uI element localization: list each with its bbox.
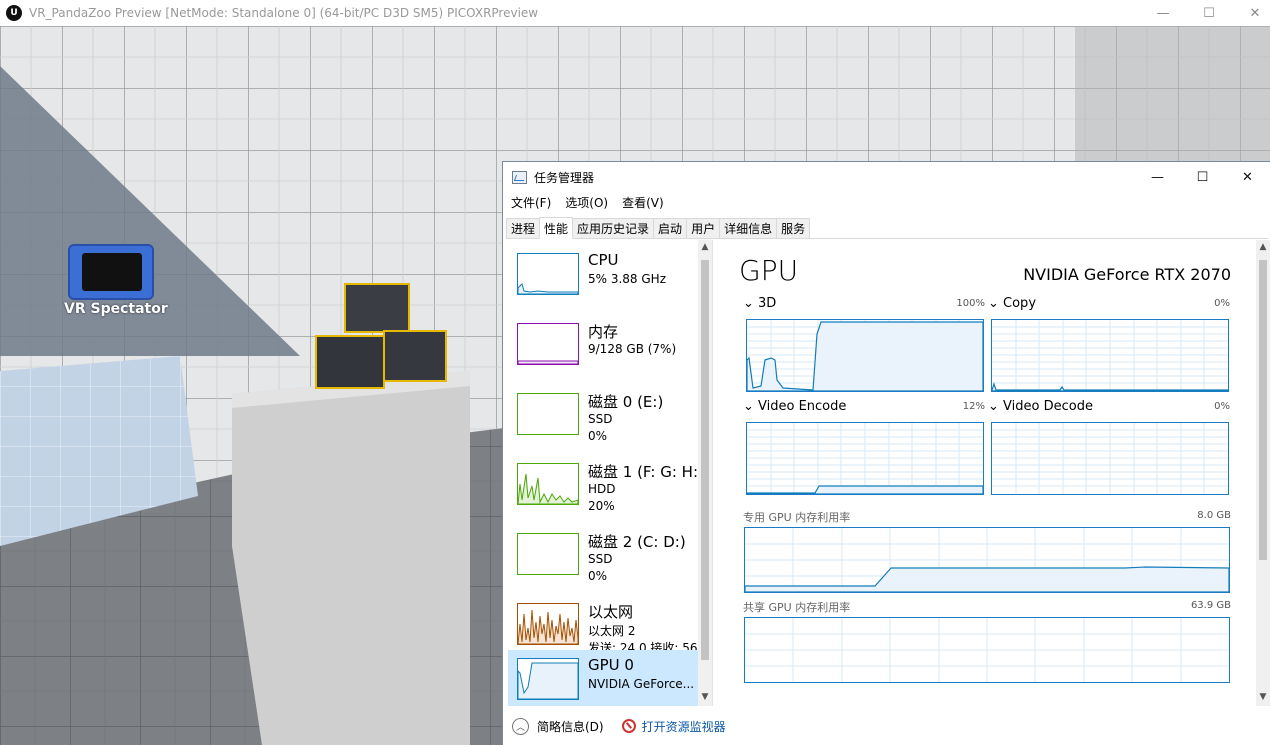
engine-label: Video Encode xyxy=(758,399,847,414)
tm-close-button[interactable]: ✕ xyxy=(1225,162,1270,192)
engine-copy-selector[interactable]: ⌄ Copy xyxy=(988,296,1036,311)
resource-item-memory[interactable]: 内存 9/128 GB (7%) xyxy=(508,315,698,383)
menu-file[interactable]: 文件(F) xyxy=(511,194,551,211)
resource-name: 磁盘 2 (C: D:) xyxy=(588,533,686,551)
tab-processes[interactable]: 进程 xyxy=(506,218,541,238)
memory-thumbnail-graph xyxy=(517,323,579,365)
engine-video-encode-percent: 12% xyxy=(962,401,985,412)
shared-memory-label: 共享 GPU 内存利用率 xyxy=(743,601,851,614)
dedicated-memory-graph xyxy=(744,527,1230,593)
gpu-detail-panel: GPU NVIDIA GeForce RTX 2070 ⌄ 3D 100% ⌄ … xyxy=(739,240,1255,706)
tm-tabs: 进程 性能 应用历史记录 启动 用户 详细信息 服务 xyxy=(506,217,1268,239)
dedicated-memory-label: 专用 GPU 内存利用率 xyxy=(743,511,851,524)
tm-title: 任务管理器 xyxy=(534,170,595,185)
resource-name: 磁盘 1 (F: G: H: xyxy=(588,463,698,481)
tm-titlebar[interactable]: 任务管理器 — ☐ ✕ xyxy=(503,162,1270,192)
game-titlebar: U VR_PandaZoo Preview [NetMode: Standalo… xyxy=(0,0,1270,26)
resource-detail: 0% xyxy=(588,569,608,583)
engine-copy-graph xyxy=(991,319,1229,392)
tm-maximize-button[interactable]: ☐ xyxy=(1180,162,1225,192)
resource-detail: 20% xyxy=(588,499,615,513)
engine-label: 3D xyxy=(758,296,777,311)
scroll-thumb[interactable] xyxy=(1259,260,1267,560)
scroll-down-icon[interactable]: ▼ xyxy=(700,692,710,702)
resource-detail: SSD xyxy=(588,552,613,566)
open-resource-monitor-link[interactable]: 打开资源监视器 xyxy=(642,718,726,735)
engine-3d-graph xyxy=(746,319,984,392)
gpu-thumbnail-graph xyxy=(517,658,579,700)
resource-item-disk0[interactable]: 磁盘 0 (E:) SSD 0% xyxy=(508,385,698,453)
resource-name: 磁盘 0 (E:) xyxy=(588,393,664,411)
tab-startup[interactable]: 启动 xyxy=(653,218,688,238)
scroll-down-icon[interactable]: ▼ xyxy=(1258,692,1268,702)
scroll-up-icon[interactable]: ▲ xyxy=(700,242,710,252)
resource-monitor-icon xyxy=(621,719,636,733)
resource-detail: 9/128 GB (7%) xyxy=(588,342,677,356)
ethernet-thumbnail-graph xyxy=(517,603,579,645)
cpu-thumbnail-graph xyxy=(517,253,579,295)
resource-detail: HDD xyxy=(588,482,616,496)
tab-services[interactable]: 服务 xyxy=(776,218,811,238)
engine-video-decode-selector[interactable]: ⌄ Video Decode xyxy=(988,399,1093,414)
unreal-logo-icon: U xyxy=(6,5,22,21)
engine-label: Copy xyxy=(1003,296,1037,311)
chevron-up-icon[interactable]: ︿ xyxy=(512,717,529,735)
shared-memory-max: 63.9 GB xyxy=(1190,600,1231,611)
dedicated-memory-max: 8.0 GB xyxy=(1197,510,1231,521)
menu-options[interactable]: 选项(O) xyxy=(565,194,608,211)
camera-icon xyxy=(68,244,154,300)
scroll-thumb[interactable] xyxy=(701,260,709,660)
tm-menubar: 文件(F) 选项(O) 查看(V) xyxy=(503,192,670,212)
resource-name: 内存 xyxy=(588,323,619,341)
resource-detail: 0% xyxy=(588,429,608,443)
resource-detail: 5% 3.88 GHz xyxy=(588,272,667,286)
engine-3d-selector[interactable]: ⌄ 3D xyxy=(743,296,776,311)
resource-item-disk2[interactable]: 磁盘 2 (C: D:) SSD 0% xyxy=(508,525,698,593)
resource-detail: 以太网 2 xyxy=(588,624,636,638)
tab-performance[interactable]: 性能 xyxy=(539,217,574,239)
game-window-title: VR_PandaZoo Preview [NetMode: Standalone… xyxy=(29,6,539,20)
gpu-title: GPU xyxy=(739,254,799,287)
resource-item-gpu0[interactable]: GPU 0 NVIDIA GeForce... xyxy=(508,650,698,706)
task-manager-icon xyxy=(512,170,527,184)
resource-list-scrollbar[interactable]: ▲ ▼ xyxy=(698,240,712,706)
resource-detail: NVIDIA GeForce... xyxy=(588,677,695,691)
engine-video-encode-graph xyxy=(746,422,984,495)
vr-spectator-label: VR Spectator xyxy=(64,301,168,317)
gpu-model-name: NVIDIA GeForce RTX 2070 xyxy=(1023,265,1231,284)
performance-panel: CPU 5% 3.88 GHz 内存 9/128 GB (7%) 磁盘 0 (E… xyxy=(503,240,1270,706)
resource-list: CPU 5% 3.88 GHz 内存 9/128 GB (7%) 磁盘 0 (E… xyxy=(503,240,713,706)
resource-item-cpu[interactable]: CPU 5% 3.88 GHz xyxy=(508,245,698,313)
game-maximize-button[interactable]: ☐ xyxy=(1186,0,1232,26)
engine-video-decode-percent: 0% xyxy=(1214,401,1230,412)
menu-view[interactable]: 查看(V) xyxy=(622,194,664,211)
game-close-button[interactable]: ✕ xyxy=(1232,0,1270,26)
resource-name: GPU 0 xyxy=(588,656,634,674)
game-minimize-button[interactable]: — xyxy=(1140,0,1186,26)
engine-video-encode-selector[interactable]: ⌄ Video Encode xyxy=(743,399,846,414)
tm-footer: ︿ 简略信息(D) 打开资源监视器 xyxy=(503,706,1270,745)
shared-memory-graph xyxy=(744,617,1230,683)
engine-label: Video Decode xyxy=(1003,399,1093,414)
disk2-thumbnail-graph xyxy=(517,533,579,575)
task-manager-window: 任务管理器 — ☐ ✕ 文件(F) 选项(O) 查看(V) 进程 性能 应用历史… xyxy=(502,161,1270,745)
resource-detail: SSD xyxy=(588,412,613,426)
tab-details[interactable]: 详细信息 xyxy=(719,218,778,238)
vr-spectator-camera: VR Spectator xyxy=(64,244,174,324)
engine-video-decode-graph xyxy=(991,422,1229,495)
resource-name: 以太网 xyxy=(588,603,634,621)
resource-item-disk1[interactable]: 磁盘 1 (F: G: H: HDD 20% xyxy=(508,455,698,523)
disk1-thumbnail-graph xyxy=(517,463,579,505)
fewer-details-button[interactable]: 简略信息(D) xyxy=(537,718,604,735)
engine-copy-percent: 0% xyxy=(1214,298,1230,309)
resource-name: CPU xyxy=(588,251,619,269)
detail-scrollbar[interactable]: ▲ ▼ xyxy=(1256,240,1270,706)
scroll-up-icon[interactable]: ▲ xyxy=(1258,242,1268,252)
tab-users[interactable]: 用户 xyxy=(686,218,721,238)
engine-3d-percent: 100% xyxy=(956,298,985,309)
disk0-thumbnail-graph xyxy=(517,393,579,435)
tm-minimize-button[interactable]: — xyxy=(1135,162,1180,192)
tab-app-history[interactable]: 应用历史记录 xyxy=(572,218,655,238)
